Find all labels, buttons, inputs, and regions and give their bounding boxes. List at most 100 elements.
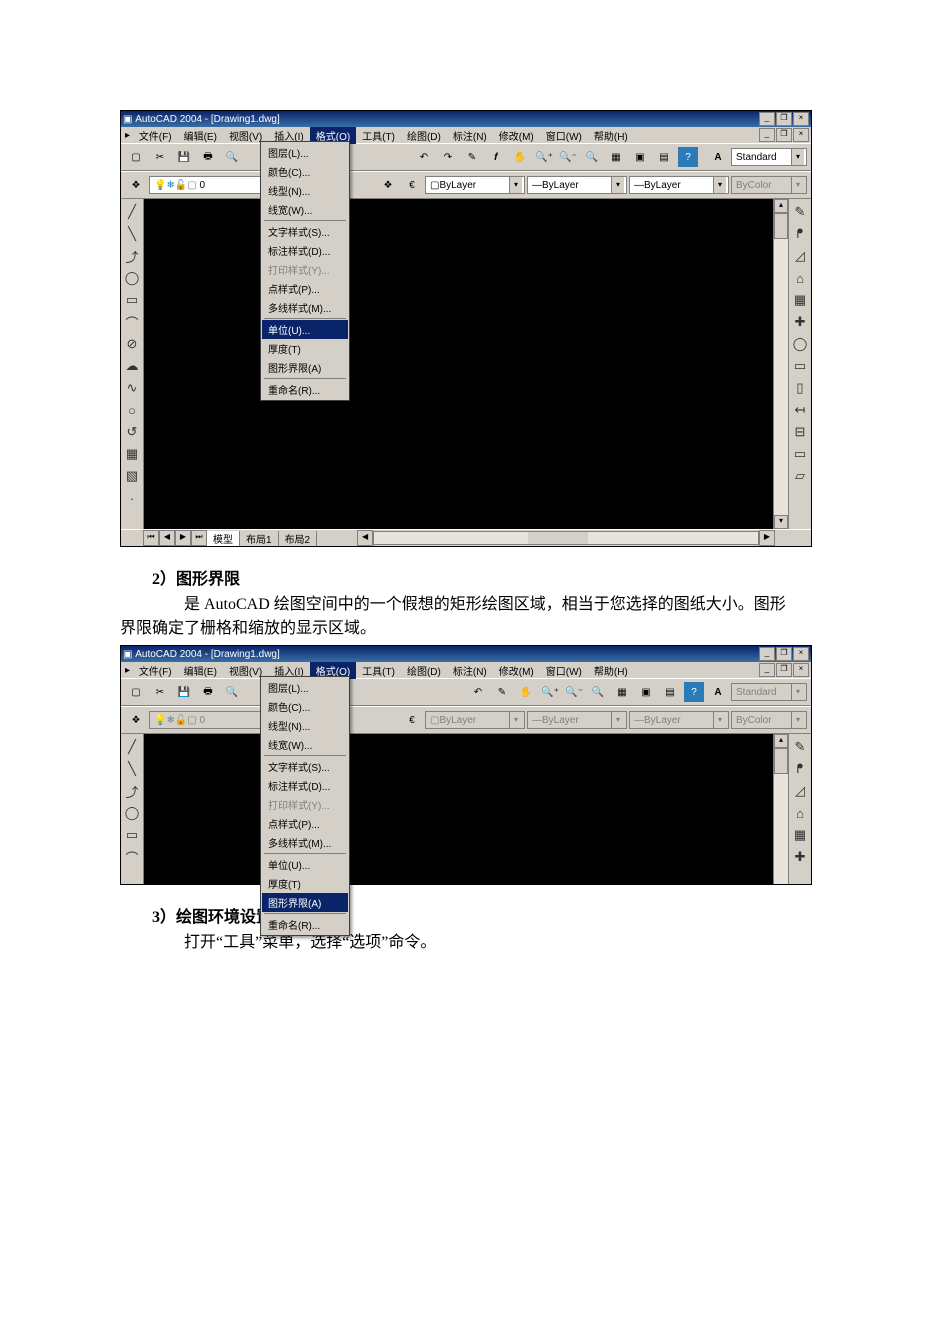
menu-edit[interactable]: 编辑(E)	[178, 662, 223, 679]
chamfer-icon[interactable]: ▱	[791, 467, 809, 485]
mi-color[interactable]: 颜色(C)...	[262, 162, 348, 181]
help-icon[interactable]: ?	[677, 146, 699, 168]
move-icon[interactable]: ✚	[791, 313, 809, 331]
menu-tools[interactable]: 工具(T)	[356, 127, 401, 144]
save-icon[interactable]: 💾	[173, 146, 195, 168]
copy-icon[interactable]: ᖰ	[791, 760, 809, 778]
mi-textstyle[interactable]: 文字样式(S)...	[262, 757, 348, 776]
mi-linetype[interactable]: 线型(N)...	[262, 181, 348, 200]
zoom-window-icon[interactable]: 🔍	[581, 146, 603, 168]
menu-window[interactable]: 窗口(W)	[540, 662, 588, 679]
mi-limits[interactable]: 图形界限(A)	[262, 358, 348, 377]
color-icon[interactable]: €	[401, 174, 423, 196]
textstyle-icon[interactable]: A	[707, 146, 729, 168]
extend-icon[interactable]: ⊟	[791, 423, 809, 441]
tab-model[interactable]: 模型	[207, 531, 240, 546]
close-button[interactable]: ×	[793, 112, 809, 126]
textstyle-combo[interactable]: Standard	[731, 683, 807, 701]
print-icon[interactable]: 🖶	[197, 146, 219, 168]
match-icon[interactable]: ✎	[461, 146, 483, 168]
menu-help[interactable]: 帮助(H)	[588, 662, 634, 679]
move-icon[interactable]: ✚	[791, 848, 809, 866]
menu-file[interactable]: 文件(F)	[133, 662, 178, 679]
zoom-minus-icon[interactable]: 🔍⁻	[557, 146, 579, 168]
mi-lineweight[interactable]: 线宽(W)...	[262, 200, 348, 219]
mi-textstyle[interactable]: 文字样式(S)...	[262, 222, 348, 241]
minimize-button[interactable]: _	[759, 112, 775, 126]
mirror-icon[interactable]: ◿	[791, 247, 809, 265]
tab-layout2[interactable]: 布局2	[279, 531, 318, 546]
arc-icon[interactable]: ⌒	[123, 313, 141, 331]
mi-lineweight[interactable]: 线宽(W)...	[262, 735, 348, 754]
color-icon[interactable]: €	[401, 709, 423, 731]
xline-icon[interactable]: ╲	[123, 760, 141, 778]
trim-icon[interactable]: ↤	[791, 401, 809, 419]
rectangle-icon[interactable]: ▭	[123, 826, 141, 844]
new-icon[interactable]: ▢	[125, 146, 147, 168]
mi-layer[interactable]: 图层(L)...	[262, 678, 348, 697]
vscroll[interactable]: ▴ ▾	[773, 199, 788, 529]
pan-icon[interactable]: ✋	[515, 681, 537, 703]
menu-window[interactable]: 窗口(W)	[540, 127, 588, 144]
mi-mlinestyle[interactable]: 多线样式(M)...	[262, 298, 348, 317]
spline-icon[interactable]: ∿	[123, 379, 141, 397]
point-icon[interactable]: ·	[123, 489, 141, 507]
mi-dimstyle[interactable]: 标注样式(D)...	[262, 776, 348, 795]
erase-icon[interactable]: ✎	[791, 738, 809, 756]
preview-icon[interactable]: 🔍	[221, 681, 243, 703]
scale-icon[interactable]: ▭	[791, 357, 809, 375]
design-icon[interactable]: ▣	[635, 681, 657, 703]
doc-minimize-button[interactable]: _	[759, 128, 775, 142]
textstyle-combo[interactable]: Standard	[731, 148, 807, 166]
mi-rename[interactable]: 重命名(R)...	[262, 915, 348, 934]
undo-icon[interactable]: ↶	[413, 146, 435, 168]
break-icon[interactable]: ▭	[791, 445, 809, 463]
doc-restore-button[interactable]: ❐	[776, 128, 792, 142]
mi-rename[interactable]: 重命名(R)...	[262, 380, 348, 399]
line-icon[interactable]: ╱	[123, 203, 141, 221]
redo-icon[interactable]: ↷	[437, 146, 459, 168]
open-icon[interactable]: ✂	[149, 681, 171, 703]
offset-icon[interactable]: ⌂	[791, 804, 809, 822]
doc-minimize-button[interactable]: _	[759, 663, 775, 677]
mi-mlinestyle[interactable]: 多线样式(M)...	[262, 833, 348, 852]
mi-units[interactable]: 单位(U)...	[262, 855, 348, 874]
insert-block-icon[interactable]: ▦	[123, 445, 141, 463]
zoom-minus-icon[interactable]: 🔍⁻	[563, 681, 585, 703]
mi-limits[interactable]: 图形界限(A)	[262, 893, 348, 912]
menu-tools[interactable]: 工具(T)	[356, 662, 401, 679]
copy-icon[interactable]: ᖰ	[791, 225, 809, 243]
mi-color[interactable]: 颜色(C)...	[262, 697, 348, 716]
rectangle-icon[interactable]: ▭	[123, 291, 141, 309]
mi-units[interactable]: 单位(U)...	[262, 320, 348, 339]
layers-icon[interactable]: ❖	[125, 709, 147, 731]
menu-modify[interactable]: 修改(M)	[493, 127, 540, 144]
menu-modify[interactable]: 修改(M)	[493, 662, 540, 679]
menu-draw[interactable]: 绘图(D)	[401, 662, 447, 679]
hscroll[interactable]: ◀ ▶	[357, 530, 775, 546]
menu-edit[interactable]: 编辑(E)	[178, 127, 223, 144]
print-icon[interactable]: 🖶	[197, 681, 219, 703]
xline-icon[interactable]: ╲	[123, 225, 141, 243]
rotate-icon[interactable]: ◯	[791, 335, 809, 353]
mi-layer[interactable]: 图层(L)...	[262, 143, 348, 162]
erase-icon[interactable]: ✎	[791, 203, 809, 221]
vscroll-2[interactable]: ▴	[773, 734, 788, 884]
zoom-plus-icon[interactable]: 🔍⁺	[539, 681, 561, 703]
menu-dimension[interactable]: 标注(N)	[447, 127, 493, 144]
offset-icon[interactable]: ⌂	[791, 269, 809, 287]
tab-layout1[interactable]: 布局1	[240, 531, 279, 546]
ellipse-icon[interactable]: ○	[123, 401, 141, 419]
textstyle-icon[interactable]: A	[707, 681, 729, 703]
mirror-icon[interactable]: ◿	[791, 782, 809, 800]
ellipse-arc-icon[interactable]: ↺	[123, 423, 141, 441]
mi-pointstyle[interactable]: 点样式(P)...	[262, 279, 348, 298]
mi-thickness[interactable]: 厚度(T)	[262, 339, 348, 358]
open-icon[interactable]: ✂	[149, 146, 171, 168]
mi-pointstyle[interactable]: 点样式(P)...	[262, 814, 348, 833]
menu-draw[interactable]: 绘图(D)	[401, 127, 447, 144]
layer-prev-icon[interactable]: ❖	[377, 174, 399, 196]
menu-dimension[interactable]: 标注(N)	[447, 662, 493, 679]
mi-thickness[interactable]: 厚度(T)	[262, 874, 348, 893]
mi-dimstyle[interactable]: 标注样式(D)...	[262, 241, 348, 260]
